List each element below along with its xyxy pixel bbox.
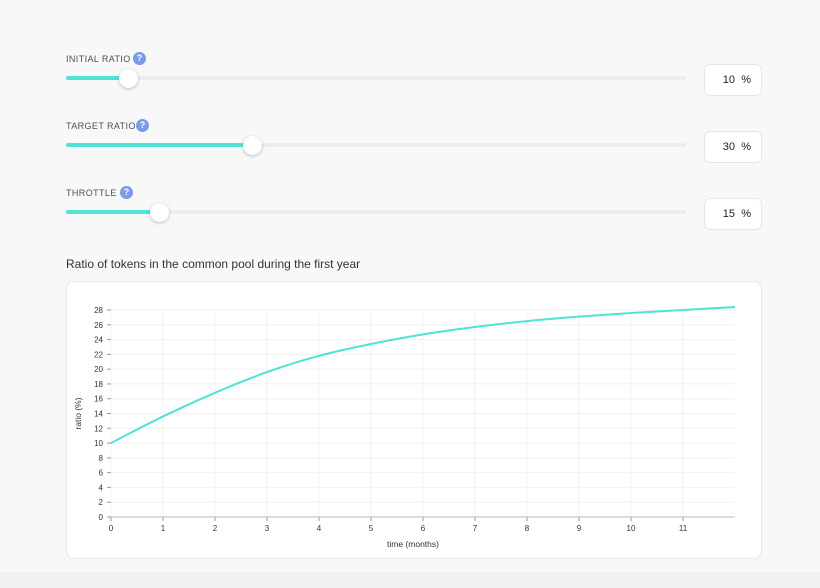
x-tick-label: 9 bbox=[577, 524, 582, 533]
x-tick-label: 4 bbox=[317, 524, 322, 533]
y-tick-label: 20 bbox=[94, 365, 103, 374]
y-tick-label: 10 bbox=[94, 439, 103, 448]
y-tick-label: 18 bbox=[94, 380, 103, 389]
y-axis-label: ratio (%) bbox=[73, 397, 83, 429]
x-tick-label: 11 bbox=[679, 524, 688, 533]
target-ratio-label: TARGET RATIO bbox=[66, 121, 136, 131]
y-tick-label: 4 bbox=[99, 483, 104, 492]
y-tick-label: 28 bbox=[94, 306, 103, 315]
x-tick-label: 0 bbox=[109, 524, 114, 533]
slider-fill bbox=[66, 210, 159, 214]
throttle-label: THROTTLE bbox=[66, 188, 117, 198]
y-tick-label: 0 bbox=[99, 513, 104, 522]
y-tick-label: 22 bbox=[94, 350, 103, 359]
initial-ratio-control: INITIAL RATIO ? 10 % bbox=[0, 52, 820, 113]
throttle-value[interactable]: 15 bbox=[723, 208, 735, 220]
footer-strip bbox=[0, 572, 820, 588]
slider-thumb[interactable] bbox=[243, 136, 262, 155]
percent-unit: % bbox=[741, 74, 751, 86]
x-axis-label: time (months) bbox=[387, 539, 439, 549]
target-ratio-value[interactable]: 30 bbox=[723, 141, 735, 153]
y-tick-label: 2 bbox=[99, 498, 104, 507]
chart-title: Ratio of tokens in the common pool durin… bbox=[66, 257, 361, 271]
target-ratio-slider[interactable] bbox=[66, 136, 686, 155]
target-ratio-input[interactable]: 30 % bbox=[704, 131, 762, 163]
y-tick-label: 26 bbox=[94, 321, 103, 330]
help-icon[interactable]: ? bbox=[120, 186, 133, 199]
y-tick-label: 24 bbox=[94, 336, 103, 345]
slider-thumb[interactable] bbox=[119, 69, 138, 88]
y-tick-label: 6 bbox=[99, 469, 104, 478]
ratio-chart: 02468101214161820222426280 1 2 3 4 5 6 7 8 9 10 11t… bbox=[73, 306, 736, 549]
help-icon[interactable]: ? bbox=[133, 52, 146, 65]
x-tick-label: 6 bbox=[421, 524, 426, 533]
x-tick-label: 1 bbox=[161, 524, 166, 533]
throttle-control: THROTTLE ? 15 % bbox=[0, 186, 820, 247]
x-tick-label: 8 bbox=[525, 524, 530, 533]
y-tick-label: 16 bbox=[94, 395, 103, 404]
initial-ratio-slider[interactable] bbox=[66, 69, 686, 88]
initial-ratio-input[interactable]: 10 % bbox=[704, 64, 762, 96]
slider-fill bbox=[66, 143, 252, 147]
y-tick-label: 14 bbox=[94, 410, 103, 419]
slider-track[interactable] bbox=[66, 76, 686, 80]
target-ratio-control: TARGET RATIO ? 30 % bbox=[0, 119, 820, 180]
percent-unit: % bbox=[741, 208, 751, 220]
x-tick-label: 3 bbox=[265, 524, 270, 533]
x-tick-label: 2 bbox=[213, 524, 218, 533]
x-tick-label: 7 bbox=[473, 524, 478, 533]
help-icon[interactable]: ? bbox=[136, 119, 149, 132]
throttle-slider[interactable] bbox=[66, 203, 686, 222]
initial-ratio-label: INITIAL RATIO bbox=[66, 54, 131, 64]
initial-ratio-value[interactable]: 10 bbox=[723, 74, 735, 86]
chart-card: 0 2 4 6 8 10 12 14 16 18 20 22 24 26 28 0 1 2 3 4 5 6 7 8 9 10 11 t… bbox=[66, 281, 762, 559]
x-tick-label: 10 bbox=[627, 524, 636, 533]
y-tick-label: 12 bbox=[94, 424, 103, 433]
slider-thumb[interactable] bbox=[150, 203, 169, 222]
percent-unit: % bbox=[741, 141, 751, 153]
throttle-input[interactable]: 15 % bbox=[704, 198, 762, 230]
y-tick-label: 8 bbox=[99, 454, 104, 463]
x-tick-label: 5 bbox=[369, 524, 374, 533]
